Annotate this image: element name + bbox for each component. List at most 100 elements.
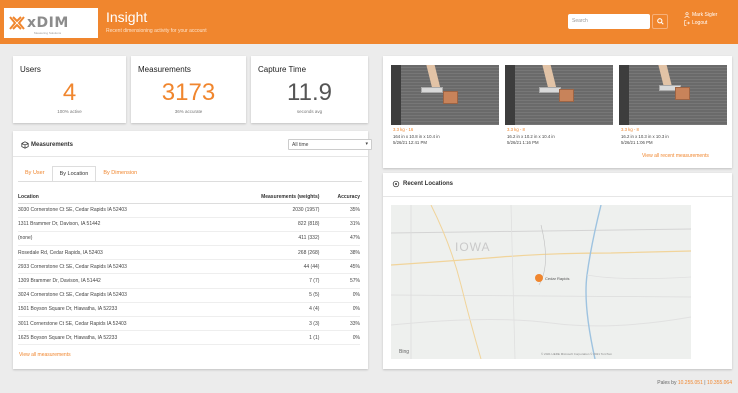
table-row[interactable]: 3030 Cornerstone Ct SE, Cedar Rapids IA … [18,203,360,218]
search-icon [656,18,664,25]
cell-measurements: 822 (818) [214,217,320,232]
cell-accuracy: 35% [319,203,360,218]
brand-subtitle: Measuring Solutions [34,31,62,35]
photo-frame [391,65,401,125]
location-pin-icon [392,180,400,188]
column-accuracy[interactable]: Accuracy [319,192,360,204]
brand-name: xDIM [27,15,69,31]
table-row[interactable]: 1625 Boyson Square Dr, Hiawatha, IA 5223… [18,330,360,346]
locations-map[interactable]: IOWA Cedar Rapids Bing © 2021 HERE Micro… [391,205,691,359]
logout-icon [684,20,690,26]
cell-measurements: 2030 (1957) [214,203,320,218]
cell-location: 1625 Boyson Square Dr, Hiawatha, IA 5223… [18,330,215,346]
measurements-caption: 36% accurate [174,109,203,114]
cell-location: 2933 Cornerstone Ct SE, Cedar Rapids IA … [18,259,215,275]
photo-floor [619,65,727,125]
column-location[interactable]: Location [18,192,215,204]
cell-location: 1501 Boyson Square Dr, Hiawatha, IA 5223… [18,302,215,318]
map-graphic: IOWA Cedar Rapids Bing © 2021 HERE Micro… [391,205,691,359]
location-marker-icon[interactable] [535,274,543,282]
users-caption: 100% active [57,109,82,114]
measurements-value: 3173 [161,79,216,106]
cell-measurements: 5 (5) [214,288,320,303]
photo-package [443,91,458,104]
capture-time-stat-card: Capture Time 11.9 seconds avg [251,56,368,123]
table-row[interactable]: 1501 Boyson Square Dr, Hiawatha, IA 5223… [18,302,360,318]
top-bar: xDIM Measuring Solutions Insight Recent … [0,0,738,44]
chevron-down-icon: ▾ [365,141,368,147]
users-stat-card: Users 4 100% active [13,56,126,123]
cell-measurements: 44 (44) [214,259,320,275]
table-row[interactable]: Rosedale Rd, Cedar Rapids, IA 52403 268 (… [18,245,360,261]
cell-accuracy: 57% [319,273,360,289]
table-row[interactable]: 1311 Brammer Dr, Davison, IA 51442 822 (8… [18,217,360,232]
table-row[interactable]: (none) 411 (332) 47% [18,231,360,247]
user-icon [684,12,690,18]
column-measurements[interactable]: Measurements (weights) [214,192,320,204]
measurements-panel-title: Measurements [31,142,74,148]
logout-link[interactable]: Logout [684,19,717,27]
tab-underline [18,181,362,182]
users-title: Users [20,65,41,74]
cell-measurements: 3 (3) [214,316,320,332]
measurement-meta: 3.3 kg - 16 164 in x 10.8 in x 10.4 in 5… [393,127,440,147]
photo-plate [539,87,561,93]
tab-by-user[interactable]: By User [18,166,52,182]
user-name-link[interactable]: Mark Sigler [684,11,717,19]
measurement-photo[interactable] [391,65,499,125]
recent-measurement-card[interactable]: 3.3 kg - 16 164 in x 10.8 in x 10.4 in 5… [391,65,499,153]
cell-accuracy: 45% [319,259,360,275]
cell-measurements: 1 (1) [214,330,320,346]
table-row[interactable]: 3024 Cornerstone Ct SE, Cedar Rapids IA … [18,288,360,303]
xdim-logo-icon [9,15,25,31]
measurement-time: 5/26/21 12:41 PM [393,140,427,145]
measurement-meta: 3.3 kg - 8 16.2 in x 10.2 in x 10.4 in 5… [507,127,555,147]
search-button[interactable] [652,14,668,29]
photo-frame [505,65,515,125]
user-menu: Mark Sigler Logout [684,11,717,27]
user-name: Mark Sigler [692,12,718,18]
recent-locations-title: Recent Locations [403,181,454,187]
cell-location: Rosedale Rd, Cedar Rapids, IA 52403 [18,245,215,261]
photo-plate [421,87,443,93]
tab-by-location[interactable]: By Location [51,166,97,182]
users-value: 4 [62,79,77,106]
cell-accuracy: 31% [319,217,360,232]
tab-by-dimension[interactable]: By Dimension [96,166,144,182]
footer-link-1[interactable]: 10.255.051 [678,380,703,386]
footer-link-2[interactable]: 10.355.064 [707,380,732,386]
measurement-meta: 3.3 kg - 8 16.2 in x 10.3 in x 10.3 in 5… [621,127,669,147]
cell-measurements: 7 (7) [214,273,320,289]
view-all-recent-link[interactable]: View all recent measurements [642,153,709,159]
measurement-photo[interactable] [619,65,727,125]
cell-accuracy: 0% [319,288,360,303]
table-row[interactable]: 3011 Cornerstone Ct SE, Cedar Rapids IA … [18,316,360,332]
cell-location: 3024 Cornerstone Ct SE, Cedar Rapids IA … [18,288,215,303]
measurement-photo[interactable] [505,65,613,125]
measurement-time: 5/26/21 1:06 PM [621,140,653,145]
logout-label: Logout [692,20,708,26]
cell-location: 1311 Brammer Dr, Davison, IA 51442 [18,217,215,232]
table-row[interactable]: 1309 Brammer Dr, Davison, IA 51442 7 (7) 5… [18,273,360,289]
search-input[interactable]: Search [568,14,650,29]
xdim-logo[interactable]: xDIM Measuring Solutions [4,8,98,38]
footer-separator: | [704,380,706,386]
cell-accuracy: 47% [319,231,360,247]
cell-measurements: 268 (268) [214,245,320,261]
capture-time-caption: seconds avg [296,109,323,114]
panel-divider [383,196,732,197]
time-range-select[interactable]: All time ▾ [288,139,372,150]
view-all-measurements-link[interactable]: View all measurements [19,352,71,358]
photo-package [675,87,690,100]
footer-prefix: Pales by [657,380,677,386]
cell-accuracy: 0% [319,330,360,346]
photo-frame [619,65,629,125]
cell-measurements: 411 (332) [214,231,320,247]
cell-location: 3011 Cornerstone Ct SE, Cedar Rapids IA … [18,316,215,332]
cell-measurements: 4 (4) [214,302,320,318]
recent-measurement-card[interactable]: 3.3 kg - 8 16.2 in x 10.3 in x 10.3 in 5… [619,65,727,153]
table-row[interactable]: 2933 Cornerstone Ct SE, Cedar Rapids IA … [18,259,360,275]
panel-divider [13,156,368,157]
recent-measurement-card[interactable]: 3.3 kg - 8 16.2 in x 10.2 in x 10.4 in 5… [505,65,613,153]
time-range-value: All time [292,142,309,148]
